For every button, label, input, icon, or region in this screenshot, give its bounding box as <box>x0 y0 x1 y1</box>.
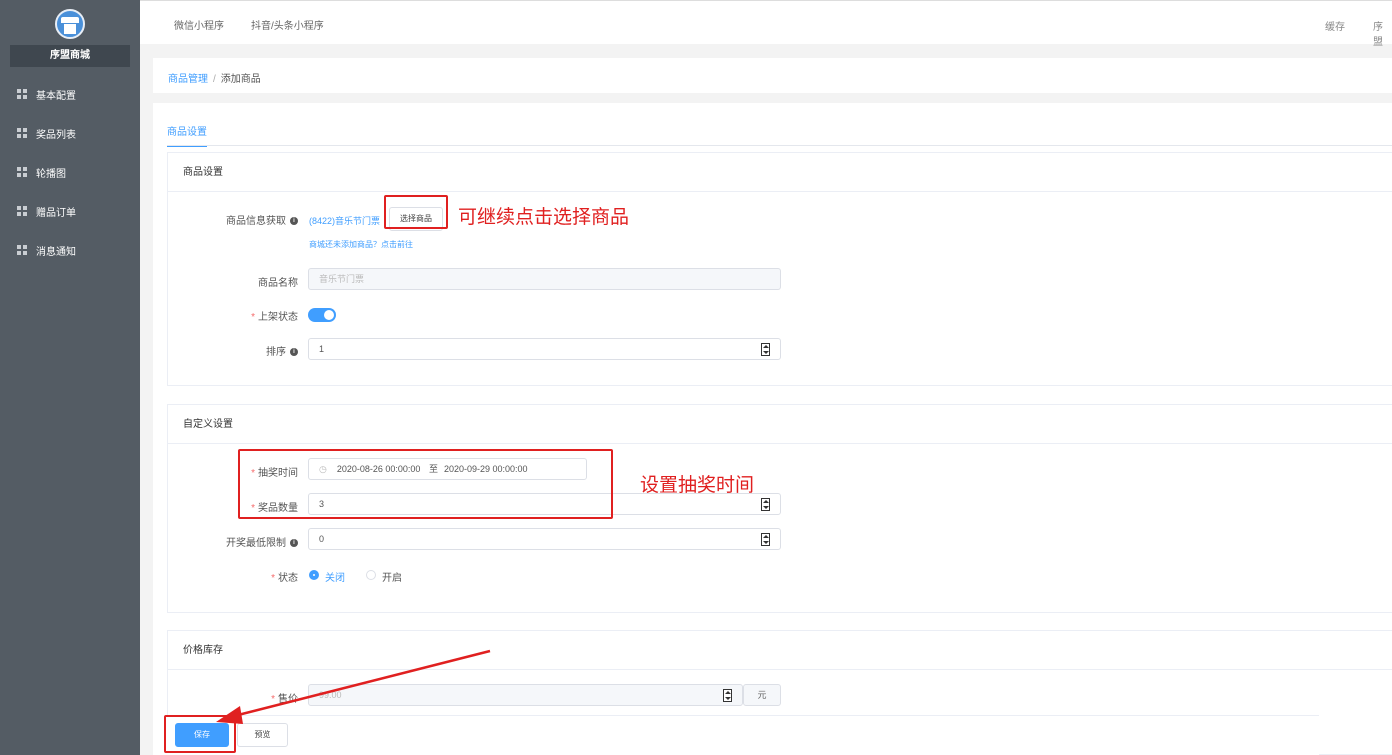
stepper-icon[interactable] <box>761 343 770 356</box>
store-logo-icon <box>55 9 85 39</box>
sidebar: 序盟商城 基本配置 奖品列表 轮播图 赠品订单 消息通知 <box>0 0 140 755</box>
min-limit-label: 开奖最低限制 i <box>168 534 298 549</box>
section-title: 商品设置 <box>168 153 1392 192</box>
section-goods: 商品设置 商品信息获取 i (8422)音乐节门票 选择商品 商城还未添加商品？点… <box>167 152 1392 386</box>
section-title: 自定义设置 <box>168 405 1392 444</box>
footer-bar <box>167 715 1319 755</box>
sidebar-item-basic-config[interactable]: 基本配置 <box>0 75 140 113</box>
price-unit: 元 <box>743 684 781 706</box>
logo-area: 序盟商城 <box>0 0 140 72</box>
sort-input[interactable]: 1 <box>308 338 781 360</box>
main-panel: 商品设置 商品设置 商品信息获取 i (8422)音乐节门票 选择商品 商城还未添… <box>153 103 1392 755</box>
breadcrumb-parent[interactable]: 商品管理 <box>168 74 208 85</box>
grid-icon <box>17 167 27 177</box>
goods-info-value[interactable]: (8422)音乐节门票 <box>309 214 380 227</box>
annotation-box-time <box>238 449 613 519</box>
breadcrumb-separator: / <box>213 74 216 85</box>
status-label: * 上架状态 <box>251 312 298 323</box>
info-icon: i <box>290 539 298 548</box>
state-radio-on[interactable] <box>366 570 376 580</box>
info-icon: i <box>290 348 298 357</box>
sidebar-item-label: 基本配置 <box>36 90 76 102</box>
min-value: 0 <box>319 534 325 544</box>
tab-divider <box>167 145 1392 146</box>
goods-name-input[interactable]: 音乐节门票 <box>308 268 781 290</box>
sort-label: 排序 i <box>168 343 298 358</box>
annotation-box-select <box>384 195 448 229</box>
top-bar: 微信小程序 抖音/头条小程序 缓存 序盟 <box>140 0 1392 48</box>
state-option-off[interactable]: 关闭 <box>325 569 345 584</box>
state-option-on[interactable]: 开启 <box>382 569 402 584</box>
user-link[interactable]: 序盟 <box>1373 18 1392 48</box>
tab-douyin-miniprogram[interactable]: 抖音/头条小程序 <box>251 17 324 32</box>
price-input[interactable]: 99.00 <box>308 684 743 706</box>
status-toggle[interactable] <box>308 308 336 322</box>
breadcrumb: 商品管理 / 添加商品 <box>168 70 261 85</box>
stepper-icon[interactable] <box>761 533 770 546</box>
sidebar-item-notifications[interactable]: 消息通知 <box>0 231 140 269</box>
grid-icon <box>17 206 27 216</box>
state-label: * 状态 <box>271 573 298 584</box>
state-radio-off[interactable] <box>309 570 319 580</box>
goods-info-label: 商品信息获取 i <box>168 212 298 227</box>
info-icon: i <box>290 217 298 226</box>
sidebar-item-label: 赠品订单 <box>36 207 76 219</box>
sidebar-item-prize-list[interactable]: 奖品列表 <box>0 114 140 152</box>
sidebar-item-label: 消息通知 <box>36 246 76 258</box>
stepper-icon[interactable] <box>723 689 732 702</box>
tab-goods-settings[interactable]: 商品设置 <box>167 123 207 147</box>
cache-link[interactable]: 缓存 <box>1325 18 1345 33</box>
preview-button[interactable]: 预览 <box>237 723 288 747</box>
tab-wechat-miniprogram[interactable]: 微信小程序 <box>174 17 224 32</box>
store-name: 序盟商城 <box>10 45 130 67</box>
price-label: * 售价 <box>271 694 298 705</box>
add-goods-hint-link[interactable]: 商城还未添加商品？点击前往 <box>309 239 413 250</box>
section-title: 价格库存 <box>168 631 1392 670</box>
price-value: 99.00 <box>319 690 342 700</box>
sidebar-item-carousel[interactable]: 轮播图 <box>0 153 140 191</box>
annotation-box-save <box>164 715 236 753</box>
sidebar-item-label: 奖品列表 <box>36 129 76 141</box>
grid-icon <box>17 245 27 255</box>
annotation-set-time: 设置抽奖时间 <box>640 474 755 496</box>
stepper-icon[interactable] <box>761 498 770 511</box>
min-limit-input[interactable]: 0 <box>308 528 781 550</box>
sidebar-item-label: 轮播图 <box>36 168 66 180</box>
breadcrumb-card: 商品管理 / 添加商品 <box>153 58 1392 93</box>
annotation-select-goods: 可继续点击选择商品 <box>458 206 630 228</box>
sort-value: 1 <box>319 344 325 354</box>
goods-name-label: 商品名称 <box>258 278 298 289</box>
breadcrumb-current: 添加商品 <box>220 74 261 85</box>
grid-icon <box>17 89 27 99</box>
grid-icon <box>17 128 27 138</box>
sidebar-item-gift-orders[interactable]: 赠品订单 <box>0 192 140 230</box>
